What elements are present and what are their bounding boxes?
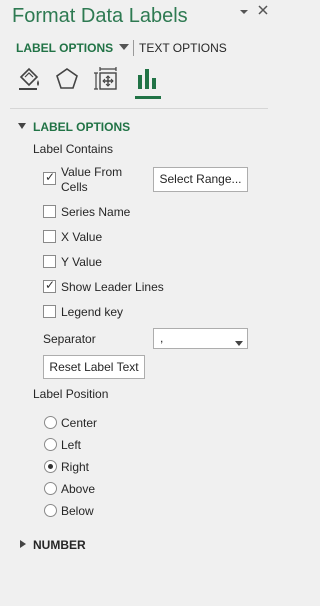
effects-pentagon-icon[interactable] [54,66,82,94]
separator-value: , [160,331,164,345]
value-from-cells-label-2: Cells [61,180,88,194]
label-options-header[interactable]: LABEL OPTIONS [33,120,130,134]
show-leader-lines-label: Show Leader Lines [61,280,164,294]
series-name-label: Series Name [61,205,131,219]
legend-key-checkbox[interactable] [43,305,56,318]
label-options-bar-chart-icon[interactable] [134,66,162,94]
position-below-radio[interactable] [44,504,57,517]
chevron-down-icon[interactable] [239,6,249,20]
label-position-heading: Label Position [33,387,109,401]
series-name-checkbox[interactable] [43,205,56,218]
separator-select[interactable]: , [153,328,248,349]
collapse-triangle-icon[interactable] [18,123,26,129]
divider [10,108,268,109]
selected-category-indicator [135,96,161,99]
size-properties-icon[interactable] [94,66,122,94]
show-leader-lines-checkbox[interactable]: ✓ [43,278,56,293]
reset-label-text-button[interactable]: Reset Label Text [43,355,145,379]
position-left-radio[interactable] [44,438,57,451]
fill-line-icon[interactable] [17,66,45,94]
tab-text-options[interactable]: TEXT OPTIONS [139,41,227,55]
value-from-cells-checkbox[interactable]: ✓ [43,170,56,185]
position-above-radio[interactable] [44,482,57,495]
expand-triangle-icon[interactable] [20,540,26,548]
radio-selected-dot [48,464,53,469]
close-icon[interactable] [257,4,269,19]
checkmark-icon: ✓ [45,170,56,184]
x-value-checkbox[interactable] [43,230,56,243]
pane-title: Format Data Labels [12,5,188,27]
position-below-label: Below [61,504,94,518]
checkmark-icon: ✓ [45,278,56,292]
position-center-radio[interactable] [44,416,57,429]
legend-key-label: Legend key [61,305,124,319]
position-center-label: Center [61,416,98,430]
tab-label-options[interactable]: LABEL OPTIONS [16,41,130,55]
x-value-label: X Value [61,230,103,244]
position-left-label: Left [61,438,82,452]
position-right-radio[interactable] [44,460,57,473]
tab-divider [133,40,134,56]
position-above-label: Above [61,482,96,496]
y-value-checkbox[interactable] [43,255,56,268]
y-value-label: Y Value [61,255,102,269]
chevron-down-icon [235,336,243,350]
label-contains-heading: Label Contains [33,142,114,156]
position-right-label: Right [61,460,90,474]
chevron-down-icon [119,44,130,50]
select-range-button[interactable]: Select Range... [153,167,248,192]
value-from-cells-label-1: Value From [61,165,123,179]
tab-label-options-label: LABEL OPTIONS [16,41,114,55]
separator-label: Separator [43,332,96,346]
number-section-header[interactable]: NUMBER [33,538,86,552]
